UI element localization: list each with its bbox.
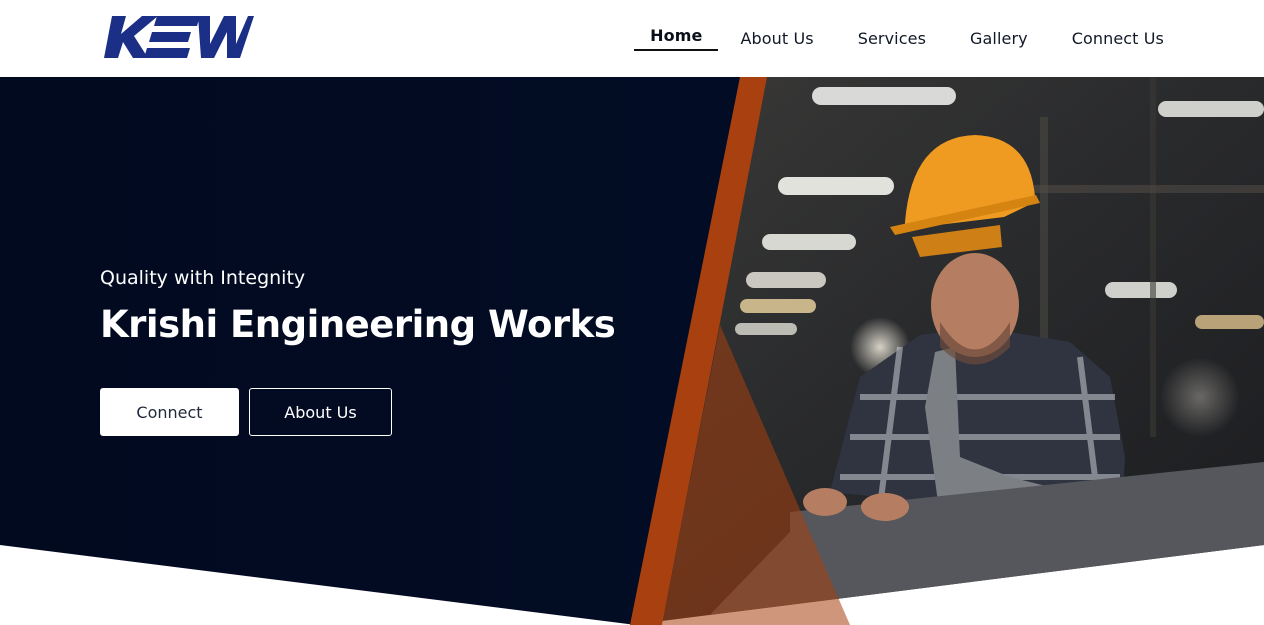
connect-button[interactable]: Connect — [100, 388, 239, 436]
hero-section: Quality with Integnity Krishi Engineerin… — [0, 77, 1264, 625]
page: Home About Us Services Gallery Connect U… — [0, 0, 1264, 625]
logo-letter-e-mid — [149, 32, 191, 42]
about-us-button[interactable]: About Us — [249, 388, 392, 436]
logo-letter-e-bottom — [144, 48, 190, 58]
main-nav: Home About Us Services Gallery Connect U… — [634, 0, 1164, 77]
kew-logo[interactable] — [102, 14, 254, 60]
hero-tagline: Quality with Integnity — [100, 267, 306, 289]
hero-title: Krishi Engineering Works — [100, 303, 616, 346]
nav-connect-us[interactable]: Connect Us — [1050, 0, 1164, 77]
nav-about-us[interactable]: About Us — [718, 0, 835, 77]
logo-letter-e-top — [154, 16, 200, 26]
nav-gallery[interactable]: Gallery — [948, 0, 1050, 77]
nav-home[interactable]: Home — [634, 0, 719, 74]
logo-letter-w — [198, 16, 254, 58]
site-header: Home About Us Services Gallery Connect U… — [0, 0, 1264, 77]
nav-services[interactable]: Services — [836, 0, 948, 77]
hero-background — [0, 77, 1264, 625]
dark-panel — [0, 77, 740, 625]
